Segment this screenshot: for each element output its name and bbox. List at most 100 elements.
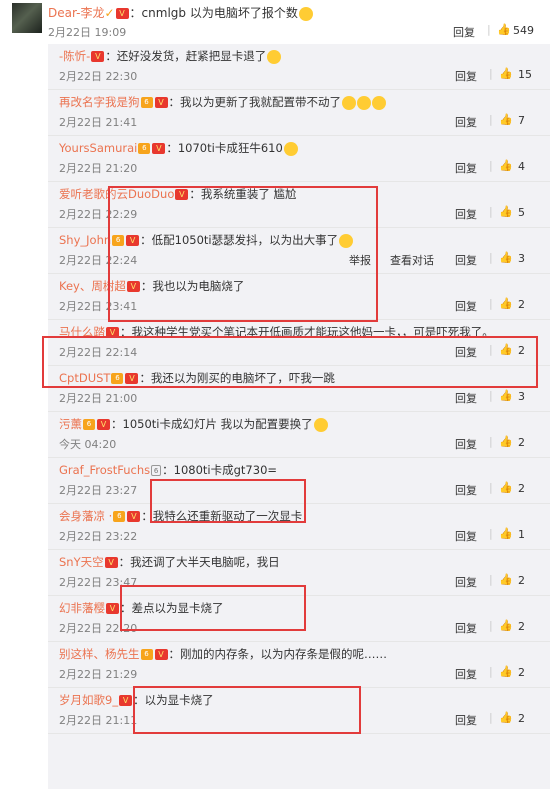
- like-thumb-icon[interactable]: 👍: [499, 67, 513, 80]
- comment-date: 2月22日 21:11: [59, 714, 138, 727]
- report-button[interactable]: 举报: [349, 252, 371, 268]
- vip-badge-icon: V: [154, 97, 168, 108]
- divider: |: [489, 665, 493, 678]
- username-link[interactable]: Dear-李龙: [48, 6, 104, 20]
- like-thumb-icon[interactable]: 👍: [499, 251, 513, 264]
- like-thumb-icon[interactable]: 👍: [499, 435, 513, 448]
- like-thumb-icon[interactable]: 👍: [499, 297, 513, 310]
- vip-badge-icon: V: [175, 189, 189, 200]
- level-badge-icon: 6: [140, 97, 153, 108]
- like-count: 2: [518, 712, 525, 725]
- comment-line: YoursSamurai 6 V ：1070ti卡成狂牛610: [59, 140, 298, 156]
- like-thumb-icon[interactable]: 👍: [499, 619, 513, 632]
- vip-badge-icon: V: [106, 327, 119, 338]
- like-count: 2: [518, 344, 525, 357]
- comment-text: ：我这种学生党买个笔记本开低画质才能玩这他妈一卡，，可是吓死我了。: [120, 325, 494, 339]
- avatar[interactable]: [12, 3, 42, 33]
- reply-button[interactable]: 回复: [453, 24, 475, 40]
- reply-button[interactable]: 回复: [455, 482, 477, 498]
- like-thumb-icon[interactable]: 👍: [499, 573, 513, 586]
- comment-row: 污薰 6 V ：1050ti卡成幻灯片 我以为配置要换了 今天 04:20 回复 | 👍 2: [48, 412, 550, 458]
- comment-text: ：我以为更新了我就配置带不动了: [168, 95, 342, 109]
- like-thumb-icon[interactable]: 👍: [499, 481, 513, 494]
- reply-button[interactable]: 回复: [455, 390, 477, 406]
- comment-text: ：我还调了大半天电脑呢，我日: [118, 555, 280, 569]
- comment-date: 2月22日 23:41: [59, 300, 138, 313]
- username-link[interactable]: 幻非藩樱: [59, 601, 105, 615]
- reply-button[interactable]: 回复: [455, 252, 477, 268]
- like-count: 3: [518, 390, 525, 403]
- comment-date: 今天 04:20: [59, 438, 117, 451]
- reply-button[interactable]: 回复: [455, 574, 477, 590]
- username-link[interactable]: Graf_FrostFuchs: [59, 463, 150, 477]
- comment-text: ：我也以为电脑烧了: [140, 279, 245, 293]
- vip-badge-icon: V: [154, 649, 168, 660]
- like-count: 3: [518, 252, 525, 265]
- divider: |: [489, 251, 493, 264]
- like-thumb-icon[interactable]: 👍: [499, 665, 513, 678]
- like-thumb-icon[interactable]: 👍: [499, 205, 513, 218]
- comment-text: ：我还以为刚买的电脑坏了，吓我一跳: [139, 371, 335, 385]
- like-count: 2: [518, 482, 525, 495]
- like-count: 7: [518, 114, 525, 127]
- verified-icon: ✓: [104, 6, 115, 20]
- reply-button[interactable]: 回复: [455, 436, 477, 452]
- username-link[interactable]: 岁月如歌9_: [59, 693, 118, 707]
- username-link[interactable]: YoursSamurai: [59, 141, 137, 155]
- like-count: 549: [513, 24, 534, 37]
- comment-line: CptDUST 6 V ：我还以为刚买的电脑坏了，吓我一跳: [59, 370, 335, 386]
- comment-text: ：我特么还重新驱动了一次显卡: [141, 509, 303, 523]
- like-thumb-icon[interactable]: 👍: [497, 23, 511, 36]
- comment-row: 别这样、杨先生 6 V ：刚加的内存条，以为内存条是假的呢…… 2月22日 21:29 回…: [48, 642, 550, 688]
- reply-button[interactable]: 回复: [455, 620, 477, 636]
- comment-row: YoursSamurai 6 V ：1070ti卡成狂牛610 2月22日 21:20 回…: [48, 136, 550, 182]
- username-link[interactable]: -陈忻-: [59, 49, 90, 63]
- like-count: 4: [518, 160, 525, 173]
- like-thumb-icon[interactable]: 👍: [499, 711, 513, 724]
- username-link[interactable]: 别这样、杨先生: [59, 647, 140, 661]
- username-link[interactable]: CptDUST: [59, 371, 110, 385]
- username-link[interactable]: SnY天空: [59, 555, 104, 569]
- reply-button[interactable]: 回复: [455, 298, 477, 314]
- username-link[interactable]: 会身藩凉 ·: [59, 509, 112, 523]
- divider: |: [489, 573, 493, 586]
- like-count: 1: [518, 528, 525, 541]
- reply-button[interactable]: 回复: [455, 206, 477, 222]
- reply-button[interactable]: 回复: [455, 160, 477, 176]
- like-count: 2: [518, 574, 525, 587]
- like-thumb-icon[interactable]: 👍: [499, 113, 513, 126]
- vip-badge-icon: V: [104, 557, 118, 568]
- comment-line: -陈忻- V ：还好没发货，赶紧把显卡退了: [59, 48, 282, 64]
- like-count: 2: [518, 666, 525, 679]
- reply-button[interactable]: 回复: [455, 68, 477, 84]
- like-thumb-icon[interactable]: 👍: [499, 527, 513, 540]
- comment-line: Graf_FrostFuchs 6 ：1080ti卡成gt730=: [59, 462, 277, 478]
- like-thumb-icon[interactable]: 👍: [499, 389, 513, 402]
- comment-row: 岁月如歌9_ V ：以为显卡烧了 2月22日 21:11 回复 | 👍 2: [48, 688, 550, 734]
- view-conversation-button[interactable]: 查看对话: [390, 252, 434, 268]
- divider: |: [489, 619, 493, 632]
- username-link[interactable]: 马什么踏: [59, 325, 105, 339]
- reply-button[interactable]: 回复: [455, 344, 477, 360]
- comment-row: 马什么踏 V ：我这种学生党买个笔记本开低画质才能玩这他妈一卡，，可是吓死我了。 2月…: [48, 320, 550, 366]
- username-link[interactable]: 再改名字我是狗: [59, 95, 140, 109]
- divider: |: [489, 159, 493, 172]
- reply-button[interactable]: 回复: [455, 528, 477, 544]
- username-link[interactable]: 污薰: [59, 417, 82, 431]
- comment-row: 爱听老歌的云DuoDuo V ：我系统重装了 尴尬 2月22日 22:29 回复 | 👍 5: [48, 182, 550, 228]
- like-count: 15: [518, 68, 532, 81]
- reply-button[interactable]: 回复: [455, 712, 477, 728]
- comment-date: 2月22日 21:29: [59, 668, 138, 681]
- username-link[interactable]: 爱听老歌的云DuoDuo: [59, 187, 174, 201]
- reply-button[interactable]: 回复: [455, 666, 477, 682]
- comment-date: 2月22日 21:00: [59, 392, 138, 405]
- like-thumb-icon[interactable]: 👍: [499, 343, 513, 356]
- emoji-icon: [283, 141, 298, 156]
- emoji-icon: [339, 233, 354, 248]
- username-link[interactable]: Shy_John: [59, 233, 111, 247]
- username-link[interactable]: Key、周树超: [59, 279, 126, 293]
- like-thumb-icon[interactable]: 👍: [499, 159, 513, 172]
- reply-button[interactable]: 回复: [455, 114, 477, 130]
- divider: |: [489, 481, 493, 494]
- divider: |: [489, 113, 493, 126]
